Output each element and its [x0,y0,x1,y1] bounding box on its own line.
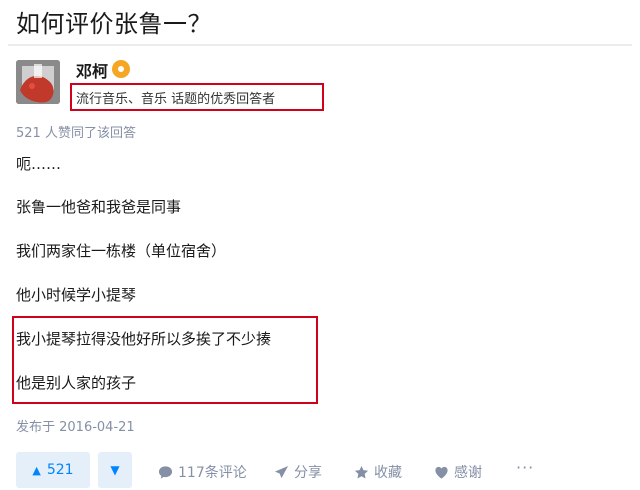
downvote-arrow-icon: ▼ [110,463,120,477]
favorite-label: 收藏 [374,465,402,481]
upvote-count: 521 [46,462,74,478]
publish-date[interactable]: 发布于 2016-04-21 [16,416,135,435]
vote-summary[interactable]: 521 人赞同了该回答 [16,122,136,141]
avatar[interactable] [16,60,60,104]
heart-icon [434,465,449,480]
title-divider [8,44,632,46]
comment-bubble-icon [158,465,173,480]
answer-paragraph: 我们两家住一栋楼（单位宿舍） [16,242,227,260]
upvote-button[interactable]: ▲ 521 [16,452,90,488]
thanks-label: 感谢 [454,465,482,481]
gold-badge-icon[interactable] [112,60,130,78]
answer-paragraph: 呃…… [16,155,62,173]
question-title[interactable]: 如何评价张鲁一？ [16,4,212,39]
favorite-button[interactable]: 收藏 [354,462,402,482]
comments-button[interactable]: 117条评论 [158,462,247,482]
share-label: 分享 [294,465,322,481]
star-icon [354,465,369,480]
comments-label: 117条评论 [178,465,247,481]
author-name[interactable]: 邓柯 [76,58,108,82]
answer-paragraph: 张鲁一他爸和我爸是同事 [16,198,182,216]
more-button[interactable]: ··· [516,458,534,477]
paragraph-annotation-box [12,316,318,404]
avatar-image-icon [16,60,60,104]
share-button[interactable]: 分享 [274,462,322,482]
paper-plane-icon [274,465,289,480]
thanks-button[interactable]: 感谢 [434,462,482,482]
upvote-arrow-icon: ▲ [32,463,41,477]
action-bar: ▲ 521 ▼ 117条评论 分享 收藏 感谢 ··· [16,452,636,490]
answer-paragraph: 他小时候学小提琴 [16,286,137,304]
downvote-button[interactable]: ▼ [98,452,132,488]
author-bio[interactable]: 流行音乐、音乐 话题的优秀回答者 [76,88,275,107]
